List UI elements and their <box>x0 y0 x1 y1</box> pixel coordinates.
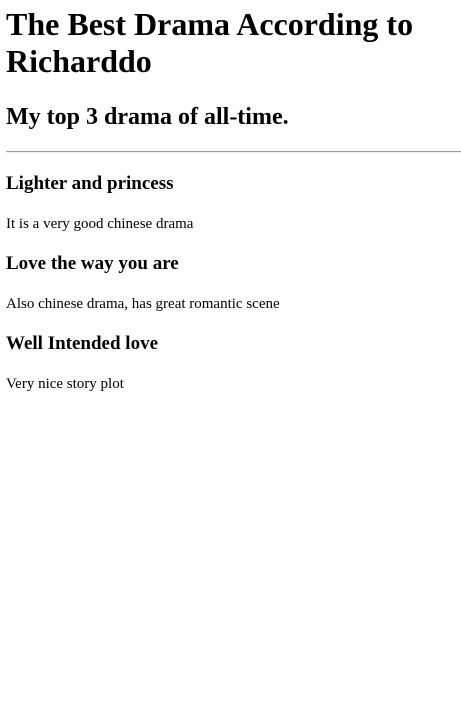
drama-item: Lighter and princess It is a very good c… <box>6 173 461 233</box>
divider <box>6 151 461 153</box>
page-content: The Best Drama According to Richarddo My… <box>0 6 461 393</box>
page-title: The Best Drama According to Richarddo <box>6 6 414 79</box>
drama-description: Also chinese drama, has great romantic s… <box>6 296 280 312</box>
drama-title: Love the way you are <box>6 253 179 274</box>
page-subtitle: My top 3 drama of all-time. <box>6 104 289 130</box>
drama-item: Love the way you are Also chinese drama,… <box>6 253 461 313</box>
drama-item: Well Intended love Very nice story plot <box>6 333 461 393</box>
drama-title: Well Intended love <box>6 333 159 354</box>
drama-title: Lighter and princess <box>6 173 174 194</box>
drama-description: Very nice story plot <box>6 376 124 392</box>
drama-description: It is a very good chinese drama <box>6 216 194 232</box>
